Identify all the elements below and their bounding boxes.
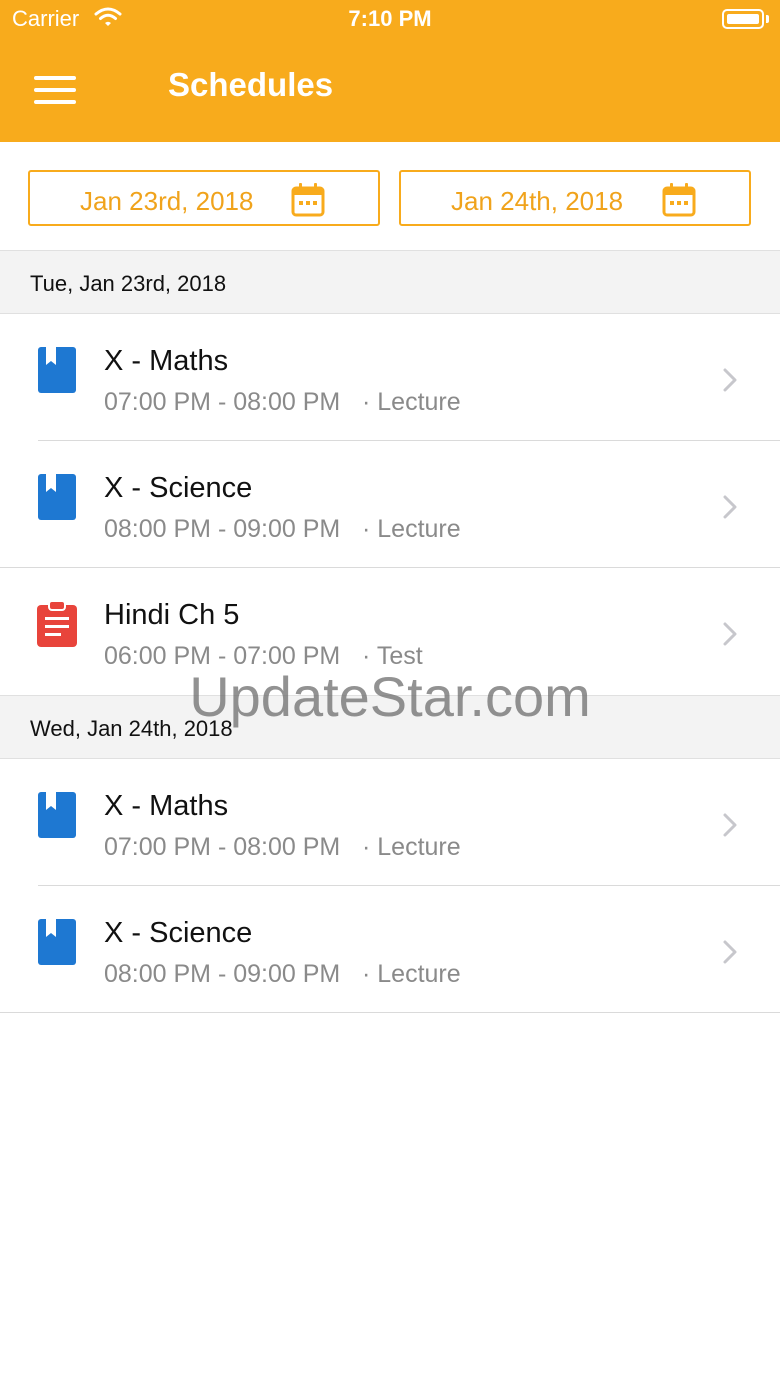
chevron-right-icon bbox=[720, 621, 740, 652]
app-header: Carrier 7:10 PM Schedules bbox=[0, 0, 780, 142]
row-divider bbox=[38, 440, 780, 441]
section-header: Wed, Jan 24th, 2018 bbox=[0, 695, 780, 759]
from-date-button[interactable]: Jan 23rd, 2018 bbox=[28, 170, 380, 226]
schedule-title: X - Maths bbox=[104, 345, 229, 377]
schedule-type: · Lecture bbox=[362, 833, 461, 861]
schedule-row[interactable]: Hindi Ch 5 06:00 PM - 07:00 PM · Test bbox=[0, 569, 780, 695]
chevron-right-icon bbox=[720, 494, 740, 525]
schedule-title: X - Science bbox=[104, 472, 253, 504]
schedule-time: 07:00 PM - 08:00 PM bbox=[104, 388, 341, 416]
to-date-label: Jan 24th, 2018 bbox=[451, 186, 624, 216]
battery-tip bbox=[766, 15, 769, 23]
book-icon bbox=[36, 790, 78, 840]
menu-icon[interactable] bbox=[34, 74, 78, 106]
schedule-time: 08:00 PM - 09:00 PM bbox=[104, 960, 341, 988]
status-bar: Carrier 7:10 PM bbox=[0, 0, 780, 40]
chevron-right-icon bbox=[720, 939, 740, 970]
row-divider bbox=[38, 885, 780, 886]
status-time: 7:10 PM bbox=[348, 6, 432, 31]
section-header: Tue, Jan 23rd, 2018 bbox=[0, 250, 780, 314]
section-date: Tue, Jan 23rd, 2018 bbox=[30, 271, 227, 296]
date-filter-bar: Jan 23rd, 2018 Jan 24th, 2018 bbox=[0, 142, 780, 250]
row-divider bbox=[0, 567, 780, 568]
chevron-right-icon bbox=[720, 812, 740, 843]
section-date: Wed, Jan 24th, 2018 bbox=[30, 716, 233, 741]
schedule-type: · Test bbox=[362, 642, 423, 670]
calendar-icon bbox=[661, 182, 697, 225]
clipboard-icon bbox=[36, 599, 78, 649]
row-divider bbox=[0, 1012, 780, 1013]
from-date-label: Jan 23rd, 2018 bbox=[80, 186, 254, 216]
schedule-row[interactable]: X - Science 08:00 PM - 09:00 PM · Lectur… bbox=[0, 442, 780, 568]
to-date-button[interactable]: Jan 24th, 2018 bbox=[399, 170, 751, 226]
schedule-time: 06:00 PM - 07:00 PM bbox=[104, 642, 341, 670]
chevron-right-icon bbox=[720, 367, 740, 398]
book-icon bbox=[36, 345, 78, 395]
calendar-icon bbox=[290, 182, 326, 225]
battery-icon bbox=[722, 9, 764, 29]
page-title: Schedules bbox=[168, 66, 334, 103]
schedule-type: · Lecture bbox=[362, 388, 461, 416]
schedule-type: · Lecture bbox=[362, 960, 461, 988]
book-icon bbox=[36, 472, 78, 522]
schedule-type: · Lecture bbox=[362, 515, 461, 543]
schedule-title: X - Maths bbox=[104, 790, 229, 822]
schedule-row[interactable]: X - Maths 07:00 PM - 08:00 PM · Lecture bbox=[0, 315, 780, 441]
schedule-time: 07:00 PM - 08:00 PM bbox=[104, 833, 341, 861]
schedule-title: X - Science bbox=[104, 917, 253, 949]
schedule-row[interactable]: X - Science 08:00 PM - 09:00 PM · Lectur… bbox=[0, 887, 780, 1013]
book-icon bbox=[36, 917, 78, 967]
schedule-time: 08:00 PM - 09:00 PM bbox=[104, 515, 341, 543]
schedule-row[interactable]: X - Maths 07:00 PM - 08:00 PM · Lecture bbox=[0, 760, 780, 886]
schedule-title: Hindi Ch 5 bbox=[104, 599, 240, 631]
